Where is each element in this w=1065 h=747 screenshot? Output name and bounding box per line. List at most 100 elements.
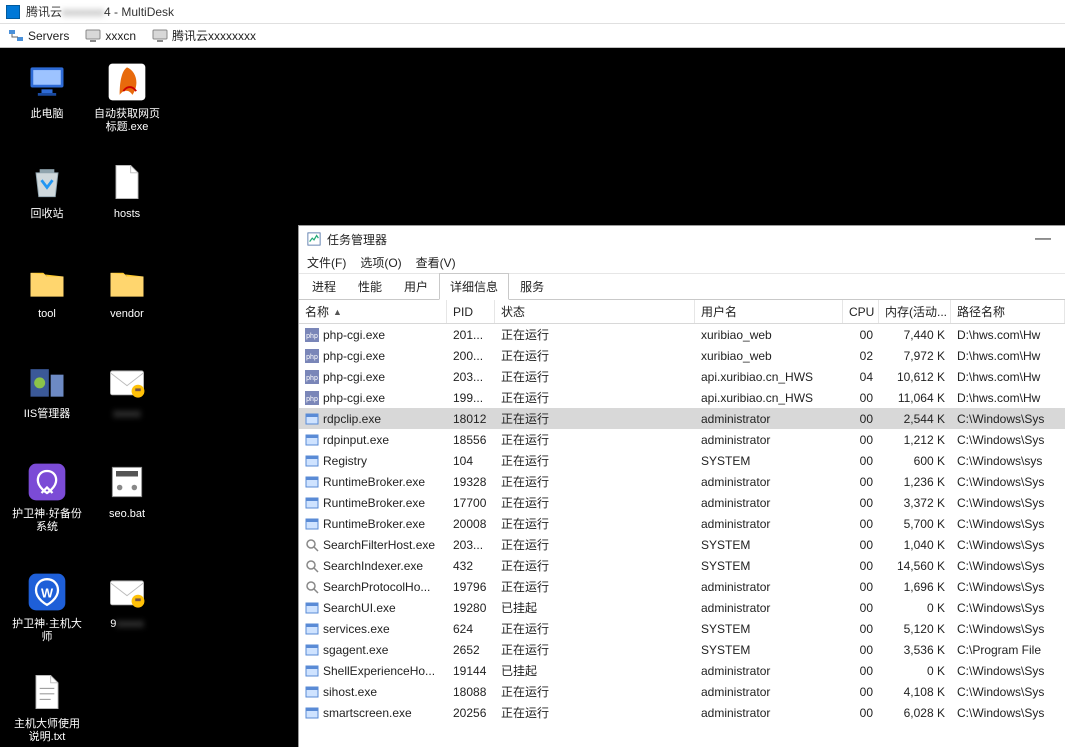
process-row[interactable]: sgagent.exe2652正在运行SYSTEM003,536 KC:\Pro… <box>299 639 1065 660</box>
process-icon <box>305 706 319 720</box>
process-pid: 19280 <box>447 601 495 615</box>
desktop-icon-hosts[interactable]: hosts <box>88 160 166 221</box>
process-name: services.exe <box>323 622 390 636</box>
process-row[interactable]: phpphp-cgi.exe201...正在运行xuribiao_web007,… <box>299 324 1065 345</box>
desktop-icon-mail1[interactable]: xxxxx <box>88 360 166 421</box>
desktop-icon-hws-backup[interactable]: 护卫神·好备份系统 <box>8 460 86 534</box>
process-path: C:\Windows\Sys <box>951 433 1065 447</box>
remote-desktop[interactable]: 此电脑自动获取网页标题.exe回收站hoststoolvendorIIS管理器x… <box>0 48 1065 747</box>
process-row[interactable]: smartscreen.exe20256正在运行administrator006… <box>299 702 1065 723</box>
taskmgr-minimize-button[interactable]: — <box>1029 230 1057 248</box>
process-row[interactable]: RuntimeBroker.exe17700正在运行administrator0… <box>299 492 1065 513</box>
process-path: D:\hws.com\Hw <box>951 370 1065 384</box>
process-name: RuntimeBroker.exe <box>323 517 425 531</box>
process-row[interactable]: phpphp-cgi.exe199...正在运行api.xuribiao.cn_… <box>299 387 1065 408</box>
svg-text:php: php <box>306 333 318 340</box>
col-pid[interactable]: PID <box>447 300 495 323</box>
desktop-icon-this-pc[interactable]: 此电脑 <box>8 60 86 121</box>
process-icon <box>305 433 319 447</box>
process-name: rdpinput.exe <box>323 433 389 447</box>
toolbar-servers[interactable]: Servers <box>4 26 73 46</box>
desktop-icon-iis[interactable]: IIS管理器 <box>8 360 86 421</box>
col-path[interactable]: 路径名称 <box>951 300 1065 323</box>
tab-3[interactable]: 详细信息 <box>439 273 509 300</box>
task-manager-window[interactable]: 任务管理器 — 文件(F) 选项(O) 查看(V) 进程性能用户详细信息服务 名… <box>298 225 1065 747</box>
process-icon: php <box>305 370 319 384</box>
col-cpu[interactable]: CPU <box>843 300 879 323</box>
process-icon <box>305 601 319 615</box>
process-icon: php <box>305 391 319 405</box>
desktop-icon-auto-title[interactable]: 自动获取网页标题.exe <box>88 60 166 134</box>
tab-1[interactable]: 性能 <box>347 273 393 299</box>
process-mem: 1,696 K <box>879 580 951 594</box>
process-mem: 10,612 K <box>879 370 951 384</box>
process-user: xuribiao_web <box>695 349 843 363</box>
process-name: SearchUI.exe <box>323 601 396 615</box>
process-row[interactable]: ShellExperienceHo...19144已挂起administrato… <box>299 660 1065 681</box>
process-name: php-cgi.exe <box>323 391 385 405</box>
col-status[interactable]: 状态 <box>495 300 695 323</box>
process-status: 正在运行 <box>495 326 695 343</box>
process-cpu: 00 <box>843 685 879 699</box>
process-icon <box>305 685 319 699</box>
desktop-icon-mail2[interactable]: 9xxxxx <box>88 570 166 631</box>
col-mem[interactable]: 内存(活动... <box>879 300 951 323</box>
monitor-icon <box>152 28 168 44</box>
process-row[interactable]: SearchUI.exe19280已挂起administrator000 KC:… <box>299 597 1065 618</box>
process-cpu: 00 <box>843 517 879 531</box>
process-path: D:\hws.com\Hw <box>951 391 1065 405</box>
desktop-icon-vendor[interactable]: vendor <box>88 260 166 321</box>
taskmgr-process-list[interactable]: phpphp-cgi.exe201...正在运行xuribiao_web007,… <box>299 324 1065 747</box>
taskmgr-icon <box>307 232 321 246</box>
process-row[interactable]: sihost.exe18088正在运行administrator004,108 … <box>299 681 1065 702</box>
process-mem: 1,212 K <box>879 433 951 447</box>
process-path: C:\Windows\Sys <box>951 559 1065 573</box>
process-icon <box>305 580 319 594</box>
process-cpu: 00 <box>843 580 879 594</box>
process-name: smartscreen.exe <box>323 706 412 720</box>
process-row[interactable]: RuntimeBroker.exe20008正在运行administrator0… <box>299 513 1065 534</box>
server-tree-icon <box>8 28 24 44</box>
desktop-icon-label: 主机大师使用说明.txt <box>8 718 86 744</box>
menu-options[interactable]: 选项(O) <box>360 254 401 271</box>
process-row[interactable]: Registry104正在运行SYSTEM00600 KC:\Windows\s… <box>299 450 1065 471</box>
mail-icon <box>105 570 149 614</box>
toolbar-conn2[interactable]: 腾讯云xxxxxxxx <box>148 25 260 46</box>
menu-file[interactable]: 文件(F) <box>307 254 346 271</box>
menu-view[interactable]: 查看(V) <box>416 254 456 271</box>
col-user[interactable]: 用户名 <box>695 300 843 323</box>
process-row[interactable]: rdpinput.exe18556正在运行administrator001,21… <box>299 429 1065 450</box>
process-path: C:\Windows\Sys <box>951 517 1065 531</box>
process-row[interactable]: SearchProtocolHo...19796正在运行administrato… <box>299 576 1065 597</box>
app-orange-icon <box>105 60 149 104</box>
process-row[interactable]: rdpclip.exe18012正在运行administrator002,544… <box>299 408 1065 429</box>
process-user: SYSTEM <box>695 559 843 573</box>
desktop-icon-label: 9xxxxx <box>88 618 166 631</box>
process-row[interactable]: RuntimeBroker.exe19328正在运行administrator0… <box>299 471 1065 492</box>
process-icon <box>305 475 319 489</box>
toolbar-conn1[interactable]: xxxcn <box>81 26 140 46</box>
desktop-icon-readme[interactable]: 主机大师使用说明.txt <box>8 670 86 744</box>
process-row[interactable]: SearchFilterHost.exe203...正在运行SYSTEM001,… <box>299 534 1065 555</box>
process-row[interactable]: phpphp-cgi.exe203...正在运行api.xuribiao.cn_… <box>299 366 1065 387</box>
svg-text:php: php <box>306 396 318 403</box>
process-row[interactable]: services.exe624正在运行SYSTEM005,120 KC:\Win… <box>299 618 1065 639</box>
process-cpu: 00 <box>843 328 879 342</box>
process-row[interactable]: phpphp-cgi.exe200...正在运行xuribiao_web027,… <box>299 345 1065 366</box>
process-name: php-cgi.exe <box>323 328 385 342</box>
tab-4[interactable]: 服务 <box>509 273 555 299</box>
desktop-icon-recycle[interactable]: 回收站 <box>8 160 86 221</box>
process-pid: 203... <box>447 538 495 552</box>
tab-0[interactable]: 进程 <box>301 273 347 299</box>
desktop-icon-hws-host[interactable]: W护卫神·主机大师 <box>8 570 86 644</box>
process-mem: 2,544 K <box>879 412 951 426</box>
process-row[interactable]: SearchIndexer.exe432正在运行SYSTEM0014,560 K… <box>299 555 1065 576</box>
desktop-icon-label: hosts <box>88 208 166 221</box>
desktop-icon-tool[interactable]: tool <box>8 260 86 321</box>
process-pid: 18556 <box>447 433 495 447</box>
taskmgr-titlebar[interactable]: 任务管理器 — <box>299 226 1065 252</box>
col-name[interactable]: 名称▲ <box>299 300 447 323</box>
process-path: C:\Windows\Sys <box>951 664 1065 678</box>
desktop-icon-seo[interactable]: seo.bat <box>88 460 166 521</box>
tab-2[interactable]: 用户 <box>393 273 439 299</box>
